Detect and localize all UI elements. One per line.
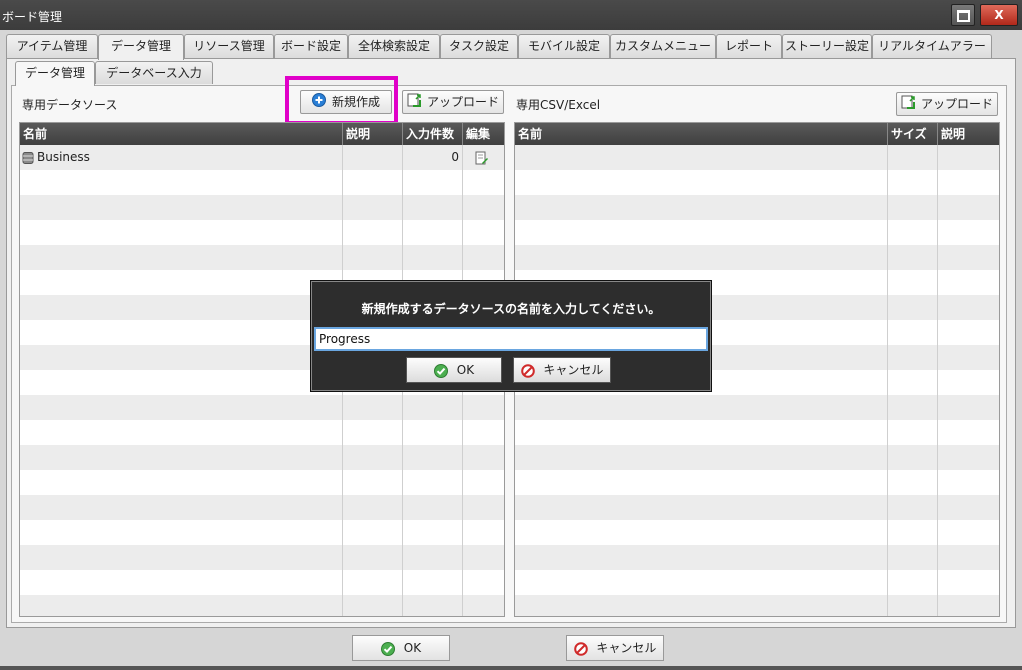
table-row [515,395,999,420]
highlight-box [285,76,398,125]
dialog-cancel-label: キャンセル [543,363,604,377]
table-row [20,545,504,570]
column-divider [887,145,888,616]
subtab-database-input[interactable]: データベース入力 [95,61,213,84]
title-bar: ボード管理 X [0,0,1022,30]
table-row [20,245,504,270]
table-row [20,495,504,520]
tab-global-search-settings[interactable]: 全体検索設定 [348,34,440,58]
table-row [515,245,999,270]
table-row [515,420,999,445]
table-header: 名前 説明 入力件数 編集 [20,123,504,145]
dialog-cancel-button[interactable]: キャンセル [513,357,611,383]
table-row [515,495,999,520]
dialog-ok-button[interactable]: OK [406,357,502,383]
table-row [20,170,504,195]
table-row [515,545,999,570]
table-row [20,570,504,595]
database-icon [22,145,34,170]
table-row [515,570,999,595]
check-circle-icon [380,641,404,656]
right-upload-label: アップロード [920,97,993,111]
left-upload-label: アップロード [426,95,499,109]
tab-board-settings[interactable]: ボード設定 [274,34,348,58]
column-header-size[interactable]: サイズ [888,123,938,145]
table-row [515,445,999,470]
tab-custom-menu[interactable]: カスタムメニュー [610,34,716,58]
table-row [515,470,999,495]
table-row [20,470,504,495]
table-row [20,445,504,470]
maximize-button[interactable] [951,4,975,26]
upload-icon [407,92,421,114]
maximize-icon [956,10,970,22]
tab-resource-management[interactable]: リソース管理 [184,34,274,58]
upload-icon [901,94,915,116]
table-row [20,520,504,545]
dialog-message: 新規作成するデータソースの名前を入力してください。 [361,302,661,316]
table-row [515,195,999,220]
table-row [20,420,504,445]
dialog-ok-label: OK [456,363,475,377]
tab-realtime-alert[interactable]: リアルタイムアラート [872,34,992,76]
table-row [20,595,504,616]
footer-ok-button[interactable]: OK [352,635,450,661]
tab-data-management[interactable]: データ管理 [98,34,184,60]
tab-mobile-settings[interactable]: モバイル設定 [518,34,610,58]
table-row [20,220,504,245]
row-name: Business [37,150,90,164]
table-row [515,220,999,245]
tab-task-settings[interactable]: タスク設定 [440,34,518,58]
column-header-description[interactable]: 説明 [938,123,999,145]
footer-cancel-button[interactable]: キャンセル [566,635,664,661]
row-count: 0 [451,150,459,164]
column-header-name[interactable]: 名前 [20,123,343,145]
column-header-description[interactable]: 説明 [343,123,403,145]
dedicated-csv-label: 専用CSV/Excel [516,98,601,112]
table-row [20,195,504,220]
footer-ok-label: OK [403,641,422,655]
cancel-icon [520,363,544,378]
table-header: 名前 サイズ 説明 [515,123,999,145]
datasource-name-input[interactable] [314,327,708,351]
column-header-count[interactable]: 入力件数 [403,123,463,145]
right-upload-button[interactable]: アップロード [896,92,998,116]
column-header-edit[interactable]: 編集 [463,123,504,145]
column-header-name[interactable]: 名前 [515,123,888,145]
left-upload-button[interactable]: アップロード [402,90,504,114]
window-title: ボード管理 [2,10,63,24]
column-divider [937,145,938,616]
table-row [20,395,504,420]
cancel-icon [573,641,597,656]
edit-icon[interactable] [475,145,489,170]
table-row [515,520,999,545]
close-icon: X [994,8,1004,22]
footer-cancel-label: キャンセル [596,641,657,655]
table-row [515,145,999,170]
table-row [515,595,999,616]
check-circle-icon [433,363,457,378]
tab-report[interactable]: レポート [716,34,782,58]
table-row [515,170,999,195]
dedicated-datasource-label: 専用データソース [22,98,118,112]
close-button[interactable]: X [980,4,1018,26]
subtab-data-management[interactable]: データ管理 [15,61,95,86]
tab-story-settings[interactable]: ストーリー設定 [782,34,872,58]
new-datasource-dialog: 新規作成するデータソースの名前を入力してください。 OK キャンセル [311,281,711,391]
tab-item-management[interactable]: アイテム管理 [6,34,98,58]
bottom-strip [0,666,1022,670]
